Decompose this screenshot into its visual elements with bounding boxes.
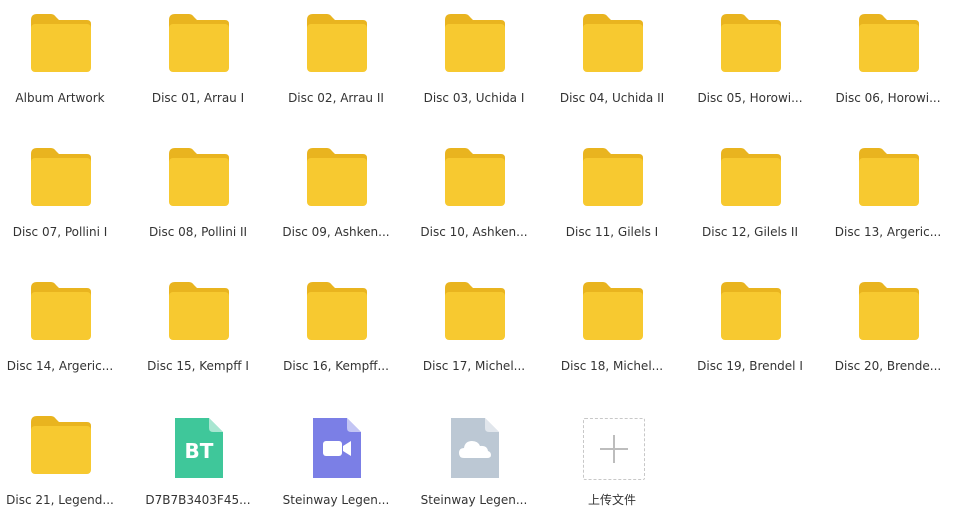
item-label: Disc 06, Horowi... — [835, 91, 941, 105]
folder-item[interactable]: Disc 11, Gilels I — [552, 140, 690, 260]
folder-icon — [0, 274, 138, 346]
folder-icon — [276, 6, 414, 78]
item-label: Disc 20, Brende... — [834, 359, 942, 373]
folder-item[interactable]: Disc 13, Argeric... — [828, 140, 966, 260]
folder-item[interactable]: Disc 09, Ashken... — [276, 140, 414, 260]
file-grid: Album Artwork Disc 01, Arrau I Disc 02, Ar… — [0, 0, 974, 521]
item-label: Disc 19, Brendel I — [697, 359, 803, 373]
upload-box[interactable] — [583, 418, 645, 480]
folder-icon — [414, 140, 552, 212]
item-label: Disc 16, Kempff... — [283, 359, 389, 373]
folder-icon — [828, 274, 966, 346]
folder-item[interactable]: Disc 18, Michel... — [552, 274, 690, 394]
item-label: Disc 10, Ashken... — [420, 225, 528, 239]
folder-icon — [276, 274, 414, 346]
bt-file-icon: BT — [138, 408, 276, 480]
item-label: Disc 01, Arrau I — [151, 91, 245, 105]
folder-icon — [552, 6, 690, 78]
upload-file-button[interactable]: 上传文件 — [552, 408, 690, 528]
folder-item[interactable]: Album Artwork — [0, 6, 138, 126]
item-label: Steinway Legen... — [282, 493, 390, 507]
folder-item[interactable]: Disc 19, Brendel I — [690, 274, 828, 394]
folder-icon — [690, 6, 828, 78]
item-label: Disc 03, Uchida I — [423, 91, 525, 105]
item-label: Disc 21, Legend... — [6, 493, 114, 507]
plus-icon — [552, 408, 690, 480]
video-file-icon — [276, 408, 414, 480]
item-label: Disc 17, Michel... — [422, 359, 526, 373]
folder-item[interactable]: Disc 01, Arrau I — [138, 6, 276, 126]
item-label: Steinway Legen... — [420, 493, 528, 507]
folder-icon — [828, 6, 966, 78]
folder-item[interactable]: Disc 12, Gilels II — [690, 140, 828, 260]
folder-item[interactable]: Disc 07, Pollini I — [0, 140, 138, 260]
folder-item[interactable]: Disc 15, Kempff I — [138, 274, 276, 394]
folder-icon — [414, 6, 552, 78]
folder-icon — [0, 140, 138, 212]
folder-item[interactable]: Disc 02, Arrau II — [276, 6, 414, 126]
folder-item[interactable]: Disc 04, Uchida II — [552, 6, 690, 126]
folder-item[interactable]: Disc 05, Horowi... — [690, 6, 828, 126]
item-label: Disc 13, Argeric... — [834, 225, 942, 239]
cloud-file-icon — [414, 408, 552, 480]
item-label: Disc 11, Gilels I — [565, 225, 659, 239]
item-label: Disc 12, Gilels II — [702, 225, 798, 239]
folder-item[interactable]: Disc 14, Argeric... — [0, 274, 138, 394]
item-label: Disc 02, Arrau II — [288, 91, 384, 105]
folder-icon — [0, 6, 138, 78]
item-label: 上传文件 — [587, 493, 636, 507]
item-label: Disc 14, Argeric... — [6, 359, 114, 373]
folder-icon — [138, 274, 276, 346]
folder-icon — [552, 274, 690, 346]
folder-icon — [552, 140, 690, 212]
folder-icon — [414, 274, 552, 346]
folder-icon — [138, 140, 276, 212]
item-label: D7B7B3403F45... — [145, 493, 251, 507]
file-item[interactable]: BT D7B7B3403F45... — [138, 408, 276, 528]
folder-icon — [276, 140, 414, 212]
file-item[interactable]: Steinway Legen... — [414, 408, 552, 528]
item-label: Album Artwork — [15, 91, 105, 105]
folder-item[interactable]: Disc 17, Michel... — [414, 274, 552, 394]
folder-item[interactable]: Disc 16, Kempff... — [276, 274, 414, 394]
item-label: Disc 08, Pollini II — [148, 225, 248, 239]
folder-icon — [690, 140, 828, 212]
item-label: Disc 15, Kempff I — [147, 359, 249, 373]
item-label: Disc 05, Horowi... — [697, 91, 803, 105]
item-label: Disc 18, Michel... — [560, 359, 664, 373]
file-item[interactable]: Steinway Legen... — [276, 408, 414, 528]
folder-item[interactable]: Disc 20, Brende... — [828, 274, 966, 394]
item-label: Disc 09, Ashken... — [282, 225, 390, 239]
folder-icon — [138, 6, 276, 78]
folder-item[interactable]: Disc 21, Legend... — [0, 408, 138, 528]
bt-badge-text: BT — [185, 439, 214, 463]
folder-icon — [0, 408, 138, 480]
folder-icon — [690, 274, 828, 346]
item-label: Disc 04, Uchida II — [559, 91, 665, 105]
folder-icon — [828, 140, 966, 212]
folder-item[interactable]: Disc 03, Uchida I — [414, 6, 552, 126]
folder-item[interactable]: Disc 06, Horowi... — [828, 6, 966, 126]
folder-item[interactable]: Disc 10, Ashken... — [414, 140, 552, 260]
folder-item[interactable]: Disc 08, Pollini II — [138, 140, 276, 260]
item-label: Disc 07, Pollini I — [12, 225, 108, 239]
